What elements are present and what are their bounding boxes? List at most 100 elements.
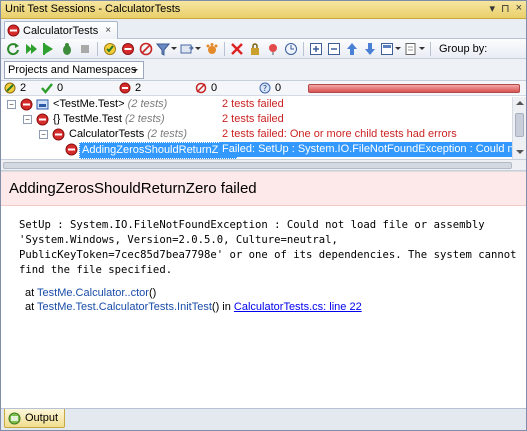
unknown-count[interactable]: ? 0 (259, 82, 281, 94)
failed-icon (119, 82, 131, 94)
tree-item-label: {} TestMe.Test (2 tests) (53, 113, 165, 125)
toolbar-separator (224, 41, 225, 56)
scroll-down-icon[interactable] (516, 148, 524, 156)
unit-test-sessions-window: Unit Test Sessions - CalculatorTests ▾ ⊓… (0, 0, 527, 431)
scroll-up-icon[interactable] (516, 100, 524, 108)
passed-count[interactable]: 0 (41, 82, 63, 94)
exception-message: SetUp : System.IO.FileNotFoundException … (19, 219, 517, 276)
bottom-tool-tabs: Output (1, 408, 526, 430)
tree-item-label: <TestMe.Test> (2 tests) (53, 98, 168, 110)
failed-count-value: 2 (135, 82, 142, 94)
stack-type[interactable]: TestMe.Test.CalculatorTests. (37, 301, 177, 313)
expand-all-icon[interactable] (308, 41, 324, 57)
output-icon (8, 412, 21, 424)
total-count[interactable]: 2 (4, 82, 26, 94)
tab-calculator-tests[interactable]: CalculatorTests × (4, 21, 119, 39)
ignored-count-value: 0 (211, 82, 218, 94)
export-dropdown-icon[interactable] (180, 41, 202, 57)
grouping-row: Projects and Namespaces (1, 59, 526, 81)
layout-dropdown-icon[interactable] (380, 41, 402, 57)
clock-icon[interactable] (283, 41, 299, 57)
tree-item-status: 2 tests failed: One or more child tests … (222, 128, 457, 140)
project-icon (36, 99, 49, 110)
chevron-down-icon[interactable] (129, 64, 141, 76)
collapse-all-icon[interactable] (326, 41, 342, 57)
tree-vertical-scrollbar[interactable] (512, 97, 526, 159)
results-summary-bar: 2 0 2 0 ? 0 (1, 81, 526, 96)
details-title: AddingZerosShouldReturnZero failed (9, 180, 257, 197)
next-icon[interactable] (362, 41, 378, 57)
ignored-icon (195, 82, 207, 94)
toolbar-separator (430, 41, 431, 56)
results-progress-bar (308, 84, 520, 93)
total-tests-icon (4, 82, 16, 94)
failed-icon (65, 143, 78, 156)
toolbar-separator (97, 41, 98, 56)
svg-text:?: ? (263, 84, 267, 93)
close-tab-icon[interactable]: × (105, 25, 111, 36)
refresh-icon[interactable] (5, 41, 21, 57)
stack-method[interactable]: .ctor (128, 287, 149, 299)
output-tab-label: Output (25, 412, 59, 424)
total-count-value: 2 (20, 82, 27, 94)
grouping-select[interactable]: Projects and Namespaces (4, 61, 144, 79)
ignored-count[interactable]: 0 (195, 82, 217, 94)
window-menu-button[interactable]: ▾ (489, 2, 495, 15)
stack-trace: at TestMe.Calculator..ctor() at TestMe.T… (25, 286, 362, 314)
passed-check-icon (41, 83, 53, 94)
details-header: AddingZerosShouldReturnZero failed (1, 172, 526, 206)
window-title: Unit Test Sessions - CalculatorTests (5, 3, 181, 15)
tree-item-label: AddingZerosShouldReturnZero (79, 142, 238, 159)
passed-count-value: 0 (57, 82, 64, 94)
filter-dropdown-icon[interactable] (156, 41, 178, 57)
tree-row-project[interactable]: − <TestMe.Test> (2 tests) 2 tests failed (1, 97, 512, 112)
tree-row-fixture[interactable]: − CalculatorTests (2 tests) 2 tests fail… (1, 127, 512, 142)
stack-method[interactable]: InitTest (177, 301, 212, 313)
question-icon: ? (259, 82, 271, 94)
stack-frame: at TestMe.Test.CalculatorTests.InitTest(… (25, 301, 362, 313)
options-dropdown-icon[interactable] (404, 41, 426, 57)
group-by-label: Group by: (439, 42, 488, 55)
tree-item-status: 2 tests failed (222, 113, 284, 125)
collapse-toggle[interactable]: − (7, 100, 16, 109)
failed-icon (52, 128, 65, 141)
tree-item-status: 2 tests failed (222, 98, 284, 110)
tree-item-label: CalculatorTests (2 tests) (69, 128, 187, 140)
lock-icon[interactable] (247, 41, 263, 57)
show-ignored-icon[interactable] (138, 41, 154, 57)
stack-frame: at TestMe.Calculator..ctor() (25, 287, 157, 299)
test-tree: − <TestMe.Test> (2 tests) 2 tests failed… (1, 97, 526, 159)
window-controls: ▾ ⊓ × (489, 2, 522, 15)
source-file-link[interactable]: CalculatorTests.cs: line 22 (234, 301, 362, 313)
failed-count[interactable]: 2 (119, 82, 141, 94)
pin-icon[interactable] (265, 41, 281, 57)
run-icon[interactable] (41, 41, 57, 57)
pin-button[interactable]: ⊓ (501, 2, 510, 15)
tree-horizontal-scrollbar[interactable] (1, 159, 526, 171)
session-tabstrip: CalculatorTests × (1, 19, 526, 39)
grouping-select-value: Projects and Namespaces (8, 64, 137, 76)
show-passed-icon[interactable] (102, 41, 118, 57)
horizontal-scroll-thumb[interactable] (3, 162, 512, 169)
failed-icon (36, 113, 49, 126)
scroll-thumb[interactable] (515, 113, 524, 137)
stop-icon[interactable] (77, 41, 93, 57)
previous-icon[interactable] (344, 41, 360, 57)
title-bar[interactable]: Unit Test Sessions - CalculatorTests ▾ ⊓… (1, 1, 526, 19)
test-details-pane: AddingZerosShouldReturnZero failed SetUp… (1, 171, 526, 408)
tree-row-test[interactable]: AddingZerosShouldReturnZero Failed: SetU… (1, 142, 512, 159)
collapse-toggle[interactable]: − (39, 130, 48, 139)
tab-output[interactable]: Output (4, 409, 66, 428)
show-failed-icon[interactable] (120, 41, 136, 57)
debug-icon[interactable] (59, 41, 75, 57)
run-all-icon[interactable] (23, 41, 39, 57)
toolbar-separator (303, 41, 304, 56)
collapse-toggle[interactable]: − (23, 115, 32, 124)
failed-session-icon (7, 24, 20, 37)
tree-item-status: Failed: SetUp : System.IO.FileNotFoundEx… (219, 142, 512, 157)
remove-icon[interactable] (229, 41, 245, 57)
stack-type[interactable]: TestMe.Calculator. (37, 287, 127, 299)
tree-row-namespace[interactable]: − {} TestMe.Test (2 tests) 2 tests faile… (1, 112, 512, 127)
close-window-button[interactable]: × (516, 2, 522, 15)
profile-icon[interactable] (204, 41, 220, 57)
